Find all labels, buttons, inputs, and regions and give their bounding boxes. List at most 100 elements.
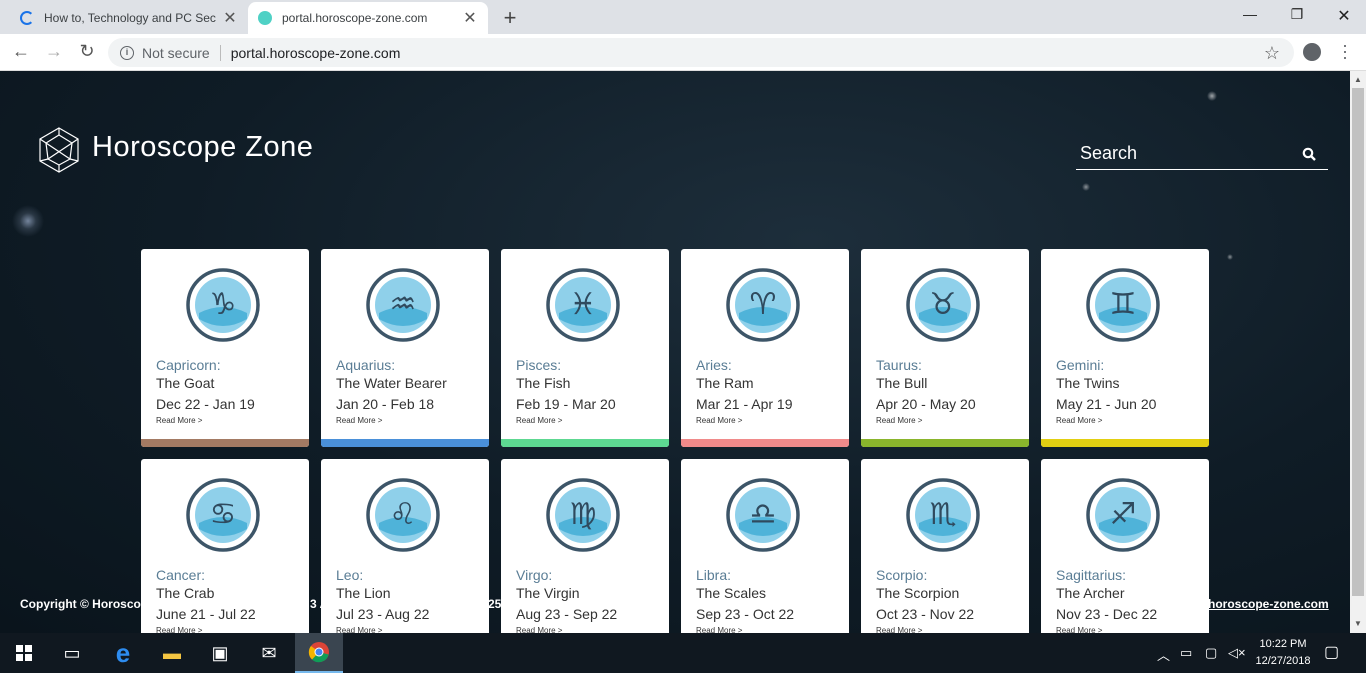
cancer-icon: ♋ <box>186 478 260 552</box>
windows-start-icon[interactable] <box>0 633 48 673</box>
browser-tab-bar: How to, Technology and PC Secu ✕ portal.… <box>0 0 1366 34</box>
pisces-icon: ♓ <box>546 268 620 342</box>
zodiac-card[interactable]: ♍ Virgo: The Virgin Aug 23 - Sep 22 Read Mor… <box>501 459 669 633</box>
sign-name[interactable]: Aquarius: <box>336 357 395 373</box>
read-more-link[interactable]: Read More > <box>876 416 922 425</box>
footer-link[interactable]: horoscope-zone.com <box>1208 597 1329 611</box>
file-explorer-icon[interactable]: ▬ <box>148 633 196 673</box>
sign-name[interactable]: Sagittarius: <box>1056 567 1126 583</box>
sign-title: The Ram <box>696 375 754 391</box>
taskbar-clock[interactable]: 10:22 PM 12/27/2018 <box>1248 636 1318 670</box>
read-more-link[interactable]: Read More > <box>516 416 562 425</box>
page-background: Horoscope Zone Search Copyright © Horosc… <box>0 71 1350 633</box>
footer-text-fragment: 25 <box>488 597 502 611</box>
sign-title: The Water Bearer <box>336 375 447 391</box>
minimize-icon[interactable]: — <box>1230 6 1270 22</box>
network-icon[interactable]: ▢ <box>1205 645 1217 661</box>
bookmark-star-icon[interactable]: ☆ <box>1264 43 1280 64</box>
store-icon[interactable]: ▣ <box>196 633 244 673</box>
sign-name[interactable]: Virgo: <box>516 567 552 583</box>
address-bar[interactable]: i Not secure portal.horoscope-zone.com ☆ <box>108 38 1294 67</box>
read-more-link[interactable]: Read More > <box>876 626 922 633</box>
scrollbar-thumb[interactable] <box>1352 88 1364 596</box>
sign-title: The Crab <box>156 585 215 601</box>
battery-icon[interactable]: ▭ <box>1180 645 1192 661</box>
zodiac-card[interactable]: ♎ Libra: The Scales Sep 23 - Oct 22 Read Mor… <box>681 459 849 633</box>
zodiac-card[interactable]: ♏ Scorpio: The Scorpion Oct 23 - Nov 22 Read… <box>861 459 1029 633</box>
task-view-icon[interactable]: ▭ <box>48 633 96 673</box>
sign-name[interactable]: Pisces: <box>516 357 561 373</box>
read-more-link[interactable]: Read More > <box>1056 626 1102 633</box>
info-icon[interactable]: i <box>120 45 134 60</box>
loading-spinner-icon <box>20 11 34 25</box>
notifications-icon[interactable]: ▢ <box>1324 642 1339 662</box>
sign-dates: Jul 23 - Aug 22 <box>336 606 430 622</box>
chrome-icon[interactable] <box>295 633 343 673</box>
zodiac-card[interactable]: ♓ Pisces: The Fish Feb 19 - Mar 20 Read More… <box>501 249 669 447</box>
account-icon[interactable] <box>1303 43 1321 61</box>
scroll-up-icon[interactable]: ▲ <box>1350 73 1366 87</box>
sagittarius-icon: ♐ <box>1086 478 1160 552</box>
horoscope-logo-icon[interactable] <box>34 125 84 175</box>
zodiac-card[interactable]: ♒ Aquarius: The Water Bearer Jan 20 - Feb 1… <box>321 249 489 447</box>
read-more-link[interactable]: Read More > <box>696 416 742 425</box>
sign-dates: Feb 19 - Mar 20 <box>516 396 616 412</box>
new-tab-button[interactable]: + <box>498 5 522 31</box>
sign-name[interactable]: Capricorn: <box>156 357 221 373</box>
leo-icon: ♌ <box>366 478 440 552</box>
url-text[interactable]: portal.horoscope-zone.com <box>231 45 401 61</box>
zodiac-card[interactable]: ♈ Aries: The Ram Mar 21 - Apr 19 Read More > <box>681 249 849 447</box>
read-more-link[interactable]: Read More > <box>336 626 382 633</box>
zodiac-card[interactable]: ♊ Gemini: The Twins May 21 - Jun 20 Read Mor… <box>1041 249 1209 447</box>
mail-icon[interactable]: ✉ <box>245 633 293 673</box>
read-more-link[interactable]: Read More > <box>516 626 562 633</box>
sign-dates: Jan 20 - Feb 18 <box>336 396 435 412</box>
sign-color-bar <box>861 439 1029 447</box>
tab-horoscope[interactable]: portal.horoscope-zone.com ✕ <box>248 2 488 34</box>
sign-name[interactable]: Cancer: <box>156 567 205 583</box>
edge-icon[interactable]: e <box>99 633 147 673</box>
search-icon[interactable] <box>1302 147 1316 161</box>
forward-icon[interactable]: → <box>43 41 65 62</box>
scroll-down-icon[interactable]: ▼ <box>1350 617 1366 631</box>
zodiac-card[interactable]: ♌ Leo: The Lion Jul 23 - Aug 22 Read More > <box>321 459 489 633</box>
sign-name[interactable]: Gemini: <box>1056 357 1104 373</box>
restore-icon[interactable]: ❐ <box>1277 6 1317 23</box>
back-icon[interactable]: ← <box>10 41 32 62</box>
sign-name[interactable]: Libra: <box>696 567 731 583</box>
read-more-link[interactable]: Read More > <box>156 416 202 425</box>
sign-name[interactable]: Leo: <box>336 567 363 583</box>
sign-name[interactable]: Scorpio: <box>876 567 927 583</box>
tray-chevron-icon[interactable]: ︿ <box>1157 645 1170 664</box>
volume-muted-icon[interactable]: ◁× <box>1228 645 1246 661</box>
sign-title: The Scorpion <box>876 585 960 601</box>
reload-icon[interactable]: ↻ <box>76 41 98 62</box>
footer-copyright: Copyright © Horosco <box>20 597 141 611</box>
aries-icon: ♈ <box>726 268 800 342</box>
svg-text:♒: ♒ <box>390 287 417 322</box>
zodiac-card[interactable]: ♋ Cancer: The Crab June 21 - Jul 22 Read Mor… <box>141 459 309 633</box>
sign-title: The Twins <box>1056 375 1120 391</box>
zodiac-card[interactable]: ♉ Taurus: The Bull Apr 20 - May 20 Read More… <box>861 249 1029 447</box>
tab-howto[interactable]: How to, Technology and PC Secu ✕ <box>10 2 248 34</box>
sign-name[interactable]: Aries: <box>696 357 732 373</box>
libra-icon: ♎ <box>726 478 800 552</box>
zodiac-card[interactable]: ♑ Capricorn: The Goat Dec 22 - Jan 19 Read M… <box>141 249 309 447</box>
favicon-icon <box>258 11 272 25</box>
close-tab-icon[interactable]: ✕ <box>462 8 478 28</box>
read-more-link[interactable]: Read More > <box>1056 416 1102 425</box>
sign-title: The Bull <box>876 375 928 391</box>
search-field[interactable]: Search <box>1076 141 1328 170</box>
sign-dates: May 21 - Jun 20 <box>1056 396 1157 412</box>
close-window-icon[interactable]: ✕ <box>1324 6 1364 26</box>
security-label: Not secure <box>142 44 210 61</box>
close-tab-icon[interactable]: ✕ <box>222 8 238 28</box>
sign-name[interactable]: Taurus: <box>876 357 922 373</box>
menu-icon[interactable]: · · · <box>1338 36 1352 66</box>
svg-text:♌: ♌ <box>390 497 417 532</box>
zodiac-card[interactable]: ♐ Sagittarius: The Archer Nov 23 - Dec 22 Re… <box>1041 459 1209 633</box>
read-more-link[interactable]: Read More > <box>696 626 742 633</box>
site-brand[interactable]: Horoscope Zone <box>92 131 313 164</box>
read-more-link[interactable]: Read More > <box>336 416 382 425</box>
read-more-link[interactable]: Read More > <box>156 626 202 633</box>
